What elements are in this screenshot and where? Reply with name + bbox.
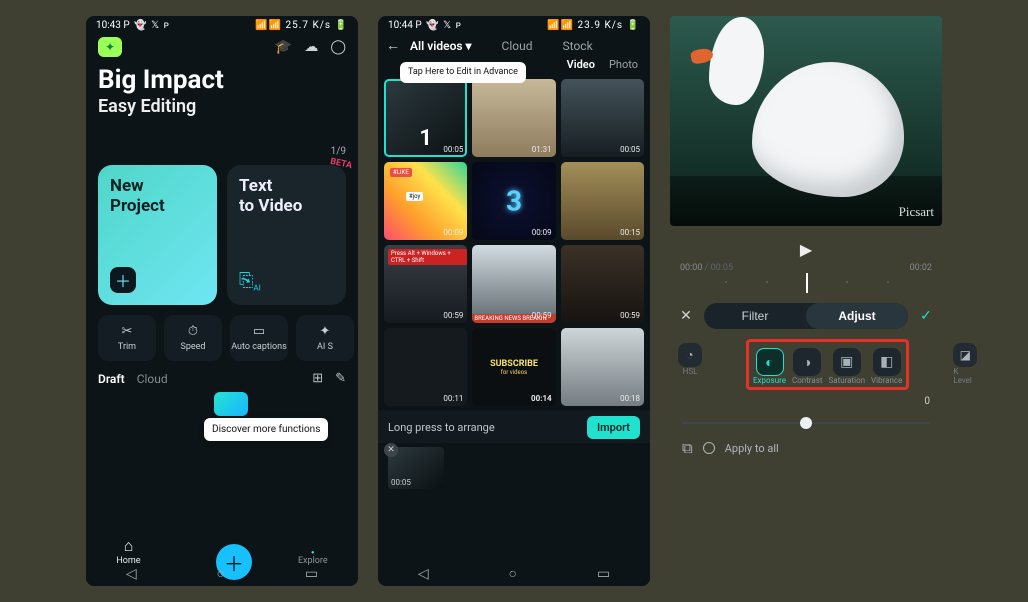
- hero-banner[interactable]: Big Impact Easy Editing 1/9: [86, 67, 358, 157]
- screen-adjust: Picsart ▶ 00:00 / 00:05 00:02 ✕ Filter A…: [670, 16, 942, 586]
- value-slider[interactable]: [682, 413, 930, 433]
- video-thumb[interactable]: 00:59: [561, 245, 644, 323]
- adjust-value: 0: [924, 396, 930, 407]
- playhead[interactable]: [806, 273, 808, 293]
- close-icon[interactable]: ✕: [676, 308, 696, 324]
- adjust-vibrance[interactable]: ◧Vibrance: [871, 348, 902, 385]
- video-thumb[interactable]: BREAKING NEWS BREAKIN00:59: [472, 245, 555, 323]
- arrange-hint: Long press to arrange: [388, 421, 495, 434]
- cloud-icon[interactable]: ☁: [304, 39, 318, 55]
- screen-home: 10:43 P 👻 𝕏 ᴘ 📶📶 25.7 K/s 🔋 ✦ 🎓 ☁ ◯ Big …: [86, 16, 358, 586]
- feature-badge: [214, 392, 248, 416]
- video-thumb[interactable]: SUBSCRIBEfor videos00:14: [472, 328, 555, 406]
- profile-icon[interactable]: ◯: [330, 39, 346, 55]
- source-cloud[interactable]: Cloud: [502, 39, 533, 53]
- video-thumb[interactable]: Press Alt + Windows + CTRL + Shift00:59: [384, 245, 467, 323]
- tool-ai-s[interactable]: ✦AI S: [296, 315, 354, 361]
- video-thumb[interactable]: 01:31: [472, 79, 555, 157]
- android-back[interactable]: ▭: [305, 566, 318, 582]
- tool-auto-captions[interactable]: ▭Auto captions: [230, 315, 288, 361]
- edit-icon[interactable]: ✎: [335, 371, 346, 386]
- status-bar: 10:44 P 👻 𝕏 ᴘ 📶📶 23.9 K/s 🔋: [378, 16, 650, 33]
- option-klevel[interactable]: ◪K Level: [953, 343, 977, 385]
- edit-advance-tip: Tap Here to Edit in Advance: [400, 62, 526, 83]
- apply-all-label[interactable]: Apply to all: [725, 442, 779, 455]
- confirm-icon[interactable]: ✓: [916, 308, 936, 324]
- subtab-video[interactable]: Video: [567, 58, 595, 71]
- screen-import: 10:44 P 👻 𝕏 ᴘ 📶📶 23.9 K/s 🔋 ← All videos…: [378, 16, 650, 586]
- hero-pager: 1/9: [331, 146, 346, 157]
- hero-subtitle: Easy Editing: [98, 96, 346, 117]
- android-home[interactable]: ○: [509, 565, 517, 582]
- discover-tooltip: Discover more functions: [204, 418, 328, 441]
- video-thumb[interactable]: 00:11: [384, 328, 467, 406]
- highlighted-adjust-group: ◐Exposure◑Contrast▣Saturation◧Vibrance: [746, 339, 909, 390]
- tab-adjust[interactable]: Adjust: [806, 303, 908, 329]
- academy-icon[interactable]: 🎓: [275, 39, 292, 55]
- tool-speed[interactable]: ⏱Speed: [164, 315, 222, 361]
- tool-trim[interactable]: ✂Trim: [98, 315, 156, 361]
- android-home[interactable]: ○: [217, 565, 225, 582]
- compare-icon[interactable]: ⧉: [682, 439, 693, 457]
- timeline-ruler[interactable]: [680, 273, 932, 297]
- video-thumb[interactable]: 00:18: [561, 328, 644, 406]
- grid-icon[interactable]: ⊞: [312, 371, 323, 386]
- option-hsl[interactable]: ◔HSL: [678, 343, 702, 376]
- video-preview[interactable]: Picsart: [670, 16, 942, 226]
- nav-explore[interactable]: ● Explore: [298, 549, 328, 566]
- video-thumb[interactable]: #LIKE#joy00:09: [384, 162, 467, 240]
- play-button[interactable]: ▶: [670, 240, 942, 259]
- tab-filter[interactable]: Filter: [704, 303, 806, 329]
- tab-cloud[interactable]: Cloud: [137, 372, 168, 386]
- hero-title: Big Impact: [98, 67, 346, 94]
- adjust-contrast[interactable]: ◑Contrast: [792, 348, 822, 385]
- nav-home[interactable]: ⌂ Home: [116, 536, 140, 566]
- watermark: Picsart: [899, 204, 934, 220]
- status-bar: 10:43 P 👻 𝕏 ᴘ 📶📶 25.7 K/s 🔋: [86, 16, 358, 33]
- import-button[interactable]: Import: [587, 416, 640, 439]
- adjust-saturation[interactable]: ▣Saturation: [828, 348, 865, 385]
- quick-tools-row[interactable]: ✂Trim⏱Speed▭Auto captions✦AI S: [86, 309, 358, 363]
- video-thumb[interactable]: 100:05: [384, 79, 467, 157]
- new-project-card[interactable]: New Project ＋: [98, 165, 217, 305]
- adjust-exposure[interactable]: ◐Exposure: [753, 348, 786, 385]
- remove-clip-icon[interactable]: ✕: [384, 443, 398, 457]
- app-logo[interactable]: ✦: [98, 37, 122, 57]
- video-thumb[interactable]: 300:09: [472, 162, 555, 240]
- subtab-photo[interactable]: Photo: [609, 58, 638, 71]
- android-back[interactable]: ▭: [597, 566, 610, 582]
- source-stock[interactable]: Stock: [563, 39, 593, 53]
- video-thumb[interactable]: 00:15: [561, 162, 644, 240]
- selected-clip[interactable]: ✕ 00:05: [388, 447, 444, 489]
- android-recents[interactable]: ◁: [418, 566, 429, 582]
- source-all-videos[interactable]: All videos ▾: [410, 39, 472, 53]
- text-to-video-card[interactable]: BETA Text to Video ⎘AI: [227, 165, 346, 305]
- video-thumb[interactable]: 00:05: [561, 79, 644, 157]
- back-icon[interactable]: ←: [386, 37, 400, 54]
- tab-draft[interactable]: Draft: [98, 372, 125, 386]
- plus-icon: ＋: [110, 267, 136, 293]
- android-recents[interactable]: ◁: [126, 566, 137, 582]
- text-ai-icon: ⎘AI: [239, 270, 334, 293]
- apply-all-radio[interactable]: [703, 442, 715, 454]
